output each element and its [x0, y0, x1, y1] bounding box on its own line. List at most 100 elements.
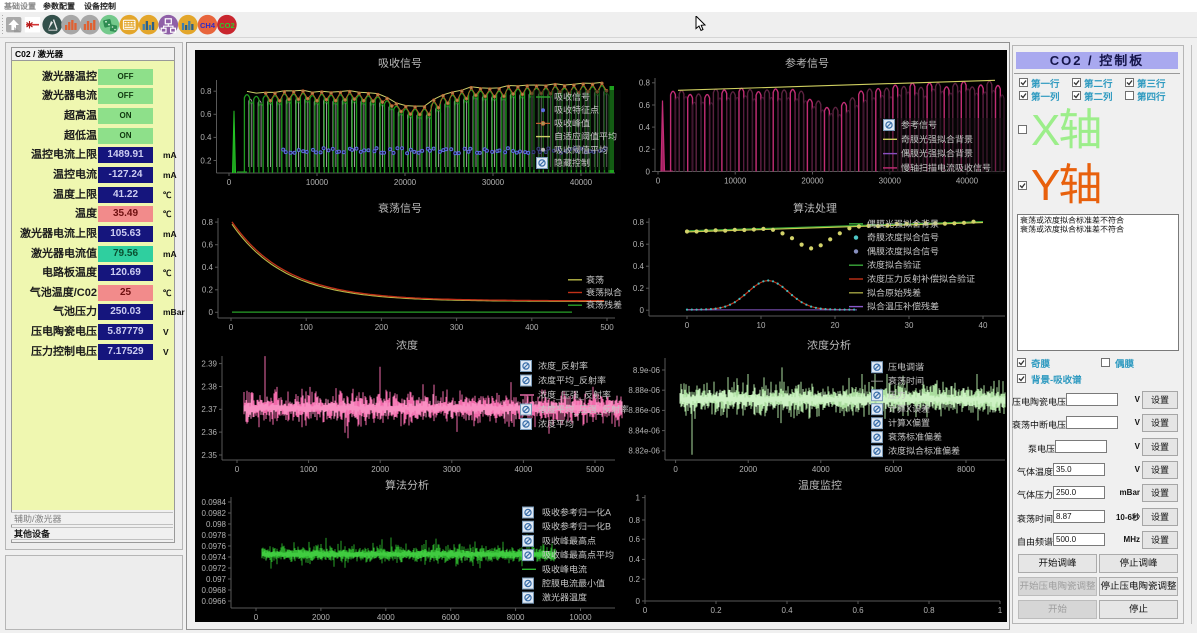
- svg-text:0.2: 0.2: [202, 286, 214, 295]
- svg-text:0.0974: 0.0974: [202, 553, 227, 562]
- svg-text:0.2: 0.2: [629, 575, 641, 584]
- svg-text:偶膜浓度拟合信号: 偶膜浓度拟合信号: [867, 246, 939, 256]
- svg-text:0.8: 0.8: [629, 516, 641, 525]
- svg-text:30: 30: [905, 321, 914, 330]
- svg-text:40000: 40000: [570, 178, 593, 187]
- svg-text:慢轴扫描电流吸收信号: 慢轴扫描电流吸收信号: [901, 163, 991, 173]
- svg-text:10000: 10000: [569, 613, 592, 622]
- svg-text:0: 0: [254, 613, 259, 622]
- svg-text:浓度_压强_反射率: 浓度_压强_反射率: [538, 390, 611, 400]
- svg-text:算法分析: 算法分析: [385, 479, 429, 492]
- svg-text:衰荡时间: 衰荡时间: [888, 376, 924, 386]
- svg-text:6000: 6000: [885, 465, 903, 474]
- svg-text:8.88e-06: 8.88e-06: [628, 386, 660, 395]
- svg-text:0.2: 0.2: [200, 156, 212, 165]
- svg-text:0.8: 0.8: [200, 87, 212, 96]
- svg-text:0.8: 0.8: [639, 79, 651, 88]
- svg-text:0: 0: [636, 597, 641, 606]
- svg-text:4000: 4000: [377, 613, 395, 622]
- svg-text:0.6: 0.6: [633, 240, 645, 249]
- svg-text:0: 0: [685, 321, 690, 330]
- svg-text:0.0978: 0.0978: [202, 531, 227, 540]
- svg-text:3000: 3000: [443, 465, 461, 474]
- svg-text:0.2: 0.2: [710, 606, 722, 615]
- svg-text:200: 200: [375, 323, 389, 332]
- svg-text:8.86e-06: 8.86e-06: [628, 406, 660, 415]
- svg-text:1: 1: [636, 493, 641, 502]
- svg-text:0.2: 0.2: [639, 145, 651, 154]
- svg-text:0.0966: 0.0966: [202, 597, 227, 606]
- svg-text:0.0968: 0.0968: [202, 586, 227, 595]
- svg-text:隐藏控制: 隐藏控制: [554, 158, 590, 168]
- svg-text:腔膜电流最小值: 腔膜电流最小值: [542, 579, 605, 589]
- svg-text:计算X误差: 计算X误差: [888, 404, 930, 414]
- svg-text:0: 0: [209, 308, 214, 317]
- svg-text:计算X偏置: 计算X偏置: [888, 418, 930, 428]
- svg-text:400: 400: [525, 323, 539, 332]
- svg-text:300: 300: [450, 323, 464, 332]
- svg-text:10: 10: [757, 321, 766, 330]
- svg-text:吸收峰最高点: 吸收峰最高点: [542, 536, 596, 546]
- svg-text:浓度平均_反射率: 浓度平均_反射率: [538, 376, 606, 386]
- svg-text:偶膜光强拟合背景: 偶膜光强拟合背景: [867, 219, 939, 229]
- svg-text:500: 500: [600, 323, 614, 332]
- svg-text:衰荡拟合: 衰荡拟合: [586, 288, 622, 298]
- svg-text:0.4: 0.4: [629, 555, 641, 564]
- svg-text:拟合温压补偿残差: 拟合温压补偿残差: [867, 302, 939, 312]
- svg-text:压电调谐: 压电调谐: [888, 362, 924, 372]
- svg-text:4000: 4000: [515, 465, 533, 474]
- svg-text:2000: 2000: [312, 613, 330, 622]
- svg-text:浓度拟合标准偏差: 浓度拟合标准偏差: [888, 446, 960, 456]
- svg-text:20: 20: [831, 321, 840, 330]
- svg-text:衰荡残差: 衰荡残差: [586, 300, 622, 310]
- svg-text:衰荡: 衰荡: [586, 275, 604, 285]
- svg-text:2.38: 2.38: [201, 382, 217, 391]
- svg-text:0: 0: [673, 465, 678, 474]
- svg-text:CO2: CO2: [219, 21, 234, 30]
- svg-text:0.2: 0.2: [633, 284, 645, 293]
- svg-text:0.4: 0.4: [202, 263, 214, 272]
- svg-text:衰荡信号: 衰荡信号: [378, 202, 422, 215]
- svg-text:8.9e-06: 8.9e-06: [633, 366, 661, 375]
- svg-text:2000: 2000: [371, 465, 389, 474]
- svg-text:2.36: 2.36: [201, 428, 217, 437]
- svg-text:6000: 6000: [442, 613, 460, 622]
- svg-text:参考信号: 参考信号: [901, 120, 937, 130]
- svg-text:40000: 40000: [956, 177, 979, 186]
- svg-text:0: 0: [227, 178, 232, 187]
- svg-text:4000: 4000: [812, 465, 830, 474]
- svg-text:奇膜浓度拟合信号: 奇膜浓度拟合信号: [867, 233, 939, 243]
- svg-text:100: 100: [300, 323, 314, 332]
- svg-text:0.4: 0.4: [200, 133, 212, 142]
- svg-text:10000: 10000: [724, 177, 747, 186]
- svg-text:0.6: 0.6: [852, 606, 864, 615]
- svg-text:8000: 8000: [507, 613, 525, 622]
- svg-text:2.39: 2.39: [201, 359, 217, 368]
- svg-text:压力: 压力: [888, 390, 906, 400]
- svg-text:8.84e-06: 8.84e-06: [628, 426, 660, 435]
- svg-text:0.6: 0.6: [629, 535, 641, 544]
- svg-text:浓度拟合验证: 浓度拟合验证: [867, 260, 921, 270]
- svg-text:0: 0: [235, 465, 240, 474]
- svg-text:0.8: 0.8: [923, 606, 935, 615]
- svg-text:吸收参考归一化B: 吸收参考归一化B: [542, 522, 611, 532]
- svg-text:2.35: 2.35: [201, 451, 217, 460]
- svg-text:拟合原始残差: 拟合原始残差: [867, 288, 921, 298]
- svg-text:40: 40: [979, 321, 988, 330]
- svg-text:8000: 8000: [957, 465, 975, 474]
- svg-text:吸收信号: 吸收信号: [378, 57, 422, 70]
- svg-text:0.6: 0.6: [200, 110, 212, 119]
- svg-text:0: 0: [643, 606, 648, 615]
- svg-text:浓度: 浓度: [396, 339, 418, 352]
- svg-text:CH4: CH4: [200, 21, 216, 30]
- svg-text:0: 0: [646, 167, 651, 176]
- svg-text:吸收峰最高点平均: 吸收峰最高点平均: [542, 550, 614, 560]
- svg-text:衰荡标准偏差: 衰荡标准偏差: [888, 432, 942, 442]
- svg-text:30000: 30000: [482, 178, 505, 187]
- svg-text:0.4: 0.4: [781, 606, 793, 615]
- svg-text:1000: 1000: [300, 465, 318, 474]
- svg-text:10000: 10000: [306, 178, 329, 187]
- svg-text:浓度平均_压强_反射率: 浓度平均_压强_反射率: [538, 405, 629, 415]
- svg-text:2000: 2000: [739, 465, 757, 474]
- svg-text:8.82e-06: 8.82e-06: [628, 447, 660, 456]
